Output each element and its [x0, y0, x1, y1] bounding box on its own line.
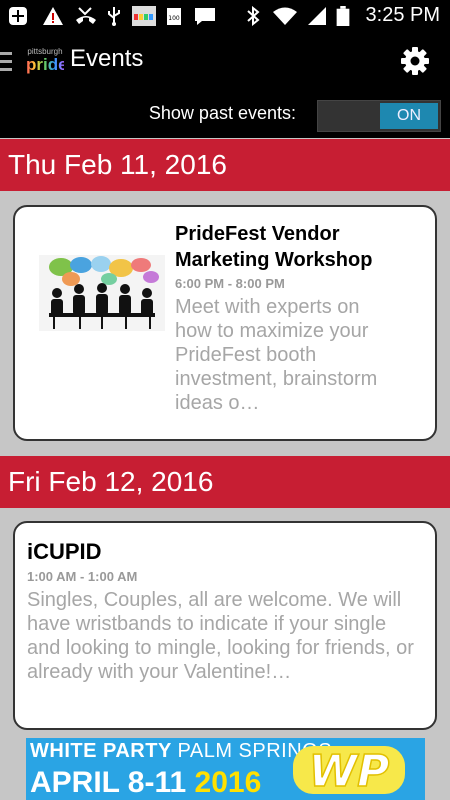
signal-icon: [308, 7, 326, 25]
event-card[interactable]: iCUPID 1:00 AM - 1:00 AM Singles, Couple…: [13, 521, 437, 730]
event-time: 1:00 AM - 1:00 AM: [27, 569, 138, 584]
app-notification-icon: [132, 6, 156, 26]
page-title: Events: [70, 45, 144, 72]
logo-text: pride: [26, 55, 68, 74]
bluetooth-icon: [247, 6, 260, 26]
event-title: iCUPID: [27, 539, 102, 564]
banner-headline: WHITE PARTY PALM SPRINGS: [30, 740, 332, 763]
ad-banner[interactable]: WHITE PARTY PALM SPRINGS APRIL 8-11 2016…: [26, 738, 425, 800]
usb-icon: [108, 7, 120, 26]
settings-gear-icon[interactable]: [400, 46, 430, 76]
show-past-events-label: Show past events:: [148, 103, 296, 123]
battery-icon: [336, 6, 350, 26]
event-card[interactable]: PrideFest Vendor Marketing Workshop 6:00…: [13, 205, 437, 441]
show-past-events-toggle[interactable]: ON: [317, 100, 441, 132]
white-party-logo-icon: WP: [293, 745, 405, 798]
missed-call-icon: [76, 7, 96, 24]
banner-headline-bold: WHITE PARTY: [30, 740, 172, 762]
message-icon: [195, 8, 215, 25]
battery-100-icon: 100: [167, 8, 181, 25]
event-time: 6:00 PM - 8:00 PM: [175, 276, 285, 291]
event-description: Meet with experts on how to maximize you…: [175, 296, 378, 414]
banner-dates: APRIL 8-11 2016: [30, 766, 261, 800]
svg-text:100: 100: [168, 15, 180, 22]
event-title: PrideFest Vendor Marketing Workshop: [175, 223, 373, 271]
warning-icon: [43, 7, 63, 25]
toggle-on-label: ON: [380, 103, 438, 129]
menu-icon[interactable]: [0, 52, 12, 72]
banner-logo-text: WP: [309, 746, 390, 797]
clock: 3:25 PM: [365, 4, 440, 26]
add-icon: [9, 7, 27, 25]
date-header: Thu Feb 11, 2016: [0, 139, 450, 191]
past-events-bar: Show past events: ON: [0, 92, 450, 138]
wifi-icon: [273, 7, 297, 25]
event-image: [39, 255, 165, 331]
date-header: Fri Feb 12, 2016: [0, 456, 450, 508]
banner-date-range: APRIL 8-11: [30, 766, 187, 799]
event-description: Singles, Couples, all are welcome. We wi…: [27, 589, 414, 683]
action-bar: pittsburgh pride Events: [0, 32, 450, 92]
status-bar: 100 3:25 PM: [0, 0, 450, 32]
app-logo[interactable]: pittsburgh pride: [26, 47, 68, 77]
banner-year: 2016: [194, 766, 262, 799]
